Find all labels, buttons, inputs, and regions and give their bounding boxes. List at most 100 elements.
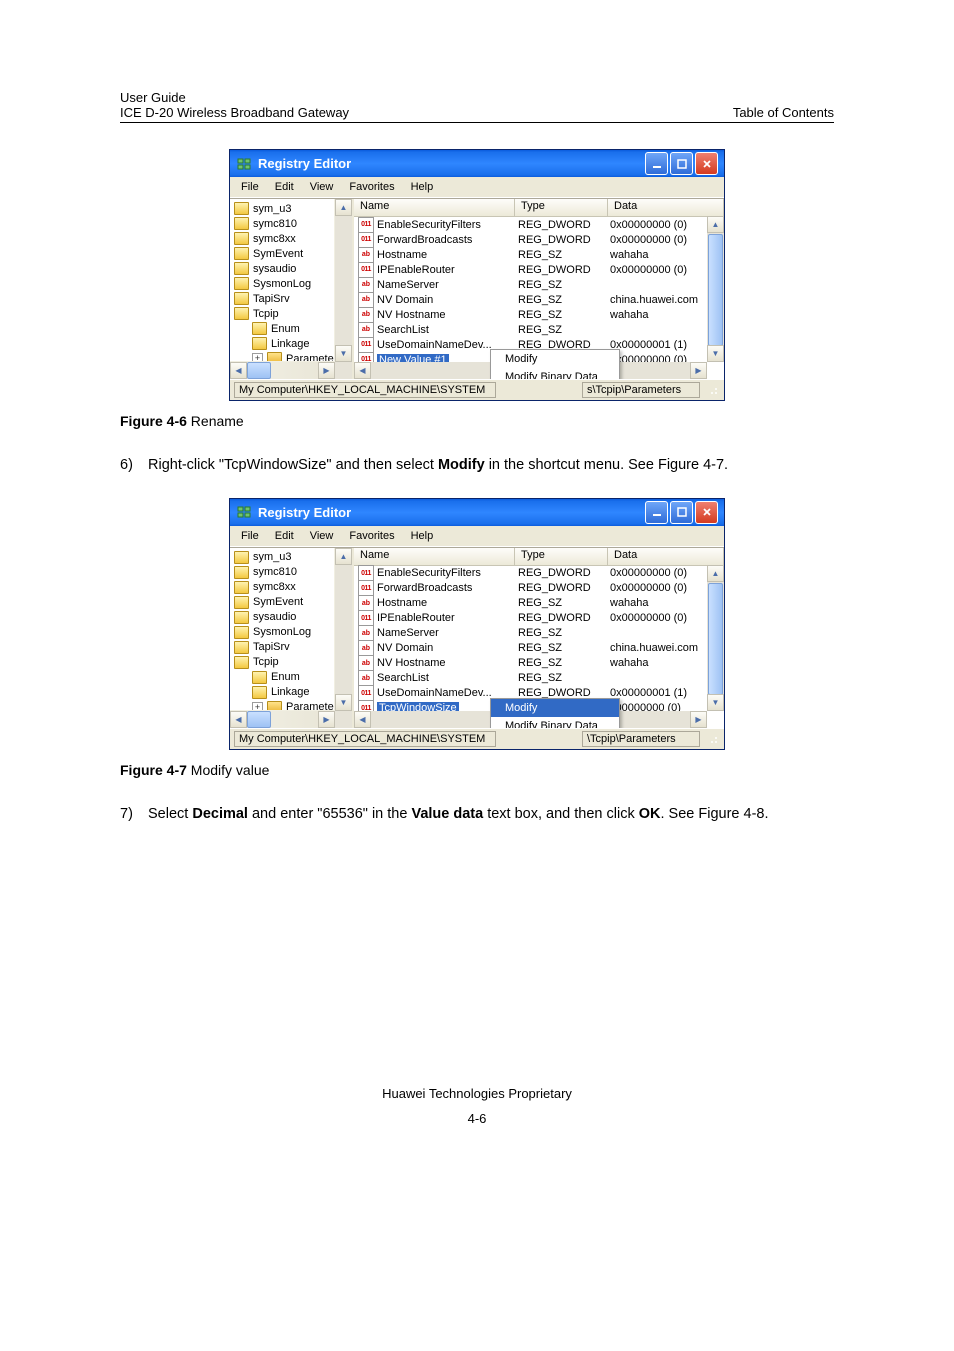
tree-item[interactable]: Tcpip xyxy=(234,655,350,670)
list-pane[interactable]: Name Type Data EnableSecurityFiltersREG_… xyxy=(354,548,724,728)
tree-item[interactable]: Enum xyxy=(234,321,350,336)
menu-edit[interactable]: Edit xyxy=(268,180,301,194)
scroll-up-icon[interactable]: ▲ xyxy=(335,548,352,565)
tree-scrollbar-horizontal[interactable]: ◀ ▶ xyxy=(230,710,335,728)
minimize-button[interactable] xyxy=(645,152,668,175)
menu-edit[interactable]: Edit xyxy=(268,529,301,543)
scroll-down-icon[interactable]: ▼ xyxy=(707,345,724,362)
tree-item[interactable]: TapiSrv xyxy=(234,640,350,655)
ctx-modify-binary[interactable]: Modify Binary Data xyxy=(491,717,619,728)
column-type[interactable]: Type xyxy=(515,199,608,216)
list-pane[interactable]: Name Type Data EnableSecurityFiltersREG_… xyxy=(354,199,724,379)
tree-item[interactable]: symc8xx xyxy=(234,231,350,246)
tree-item[interactable]: SymEvent xyxy=(234,246,350,261)
scroll-down-icon[interactable]: ▼ xyxy=(707,694,724,711)
tree-scrollbar-vertical[interactable]: ▲ ▼ xyxy=(334,548,352,728)
close-button[interactable] xyxy=(695,501,718,524)
menu-help[interactable]: Help xyxy=(404,180,441,194)
list-row[interactable]: NameServerREG_SZ xyxy=(354,626,724,641)
tree-pane[interactable]: sym_u3symc810symc8xx SymEventsysaudioSysm… xyxy=(230,548,354,728)
context-menu[interactable]: Modify Modify Binary Data Delete Rename xyxy=(490,349,620,379)
resize-grip-icon[interactable] xyxy=(706,732,720,746)
minimize-button[interactable] xyxy=(645,501,668,524)
tree-item[interactable]: TapiSrv xyxy=(234,291,350,306)
list-row[interactable]: NV DomainREG_SZchina.huawei.com xyxy=(354,292,724,307)
scroll-left-icon[interactable]: ◀ xyxy=(354,362,371,379)
list-row[interactable]: NV HostnameREG_SZwahaha xyxy=(354,656,724,671)
scroll-right-icon[interactable]: ▶ xyxy=(318,711,335,728)
scroll-thumb[interactable] xyxy=(708,234,723,346)
ctx-modify[interactable]: Modify xyxy=(491,350,619,368)
scroll-up-icon[interactable]: ▲ xyxy=(335,199,352,216)
list-scrollbar-vertical[interactable]: ▲ ▼ xyxy=(707,565,724,711)
list-row[interactable]: NameServerREG_SZ xyxy=(354,277,724,292)
column-data[interactable]: Data xyxy=(608,548,724,565)
list-row[interactable]: EnableSecurityFiltersREG_DWORD0x00000000… xyxy=(354,566,724,581)
scroll-down-icon[interactable]: ▼ xyxy=(335,345,352,362)
menu-file[interactable]: File xyxy=(234,529,266,543)
tree-item[interactable]: sym_u3 xyxy=(234,201,350,216)
tree-item[interactable]: Linkage xyxy=(234,336,350,351)
list-row[interactable]: HostnameREG_SZwahaha xyxy=(354,247,724,262)
list-row[interactable]: ForwardBroadcastsREG_DWORD0x00000000 (0) xyxy=(354,581,724,596)
menu-file[interactable]: File xyxy=(234,180,266,194)
tree-scrollbar-horizontal[interactable]: ◀ ▶ xyxy=(230,361,335,379)
column-name[interactable]: Name xyxy=(354,199,515,216)
list-row[interactable]: NV DomainREG_SZchina.huawei.com xyxy=(354,641,724,656)
titlebar[interactable]: Registry Editor xyxy=(230,499,724,526)
context-menu[interactable]: Modify Modify Binary Data Delete Rename xyxy=(490,698,620,728)
scroll-up-icon[interactable]: ▲ xyxy=(707,216,724,233)
tree-item-label: symc8xx xyxy=(253,581,296,593)
column-type[interactable]: Type xyxy=(515,548,608,565)
scroll-right-icon[interactable]: ▶ xyxy=(690,711,707,728)
maximize-button[interactable] xyxy=(670,152,693,175)
list-row[interactable]: ForwardBroadcastsREG_DWORD0x00000000 (0) xyxy=(354,232,724,247)
ctx-modify-binary[interactable]: Modify Binary Data xyxy=(491,368,619,379)
tree-scrollbar-vertical[interactable]: ▲ ▼ xyxy=(334,199,352,379)
menu-view[interactable]: View xyxy=(303,180,341,194)
tree-item[interactable]: symc810 xyxy=(234,565,350,580)
scroll-left-icon[interactable]: ◀ xyxy=(230,711,247,728)
list-row[interactable]: SearchListREG_SZ xyxy=(354,322,724,337)
ctx-modify[interactable]: Modify xyxy=(491,699,619,717)
menu-view[interactable]: View xyxy=(303,529,341,543)
tree-item[interactable]: SysmonLog xyxy=(234,276,350,291)
scroll-right-icon[interactable]: ▶ xyxy=(318,362,335,379)
list-row[interactable]: IPEnableRouterREG_DWORD0x00000000 (0) xyxy=(354,611,724,626)
list-row[interactable]: SearchListREG_SZ xyxy=(354,671,724,686)
list-row[interactable]: HostnameREG_SZwahaha xyxy=(354,596,724,611)
app-icon xyxy=(236,504,252,520)
column-name[interactable]: Name xyxy=(354,548,515,565)
tree-item[interactable]: Enum xyxy=(234,670,350,685)
scroll-left-icon[interactable]: ◀ xyxy=(230,362,247,379)
menu-favorites[interactable]: Favorites xyxy=(342,180,401,194)
list-scrollbar-vertical[interactable]: ▲ ▼ xyxy=(707,216,724,362)
tree-item[interactable]: Linkage xyxy=(234,685,350,700)
tree-item[interactable]: symc810 xyxy=(234,216,350,231)
tree-item[interactable]: sym_u3 xyxy=(234,550,350,565)
titlebar[interactable]: Registry Editor xyxy=(230,150,724,177)
scroll-thumb[interactable] xyxy=(708,583,723,695)
list-row[interactable]: IPEnableRouterREG_DWORD0x00000000 (0) xyxy=(354,262,724,277)
tree-item[interactable]: SysmonLog xyxy=(234,625,350,640)
maximize-button[interactable] xyxy=(670,501,693,524)
scroll-up-icon[interactable]: ▲ xyxy=(707,565,724,582)
tree-item[interactable]: sysaudio xyxy=(234,261,350,276)
scroll-thumb[interactable] xyxy=(247,362,271,379)
menu-help[interactable]: Help xyxy=(404,529,441,543)
scroll-right-icon[interactable]: ▶ xyxy=(690,362,707,379)
scroll-down-icon[interactable]: ▼ xyxy=(335,694,352,711)
tree-item[interactable]: Tcpip xyxy=(234,306,350,321)
tree-pane[interactable]: sym_u3symc810symc8xxSymEventsysaudioSysm… xyxy=(230,199,354,379)
tree-item[interactable]: SymEvent xyxy=(234,595,350,610)
menu-favorites[interactable]: Favorites xyxy=(342,529,401,543)
scroll-left-icon[interactable]: ◀ xyxy=(354,711,371,728)
scroll-thumb[interactable] xyxy=(247,711,271,728)
resize-grip-icon[interactable] xyxy=(706,383,720,397)
tree-item[interactable]: sysaudio xyxy=(234,610,350,625)
column-data[interactable]: Data xyxy=(608,199,724,216)
close-button[interactable] xyxy=(695,152,718,175)
list-row[interactable]: EnableSecurityFiltersREG_DWORD0x00000000… xyxy=(354,217,724,232)
tree-item[interactable]: symc8xx xyxy=(234,580,350,595)
list-row[interactable]: NV HostnameREG_SZwahaha xyxy=(354,307,724,322)
